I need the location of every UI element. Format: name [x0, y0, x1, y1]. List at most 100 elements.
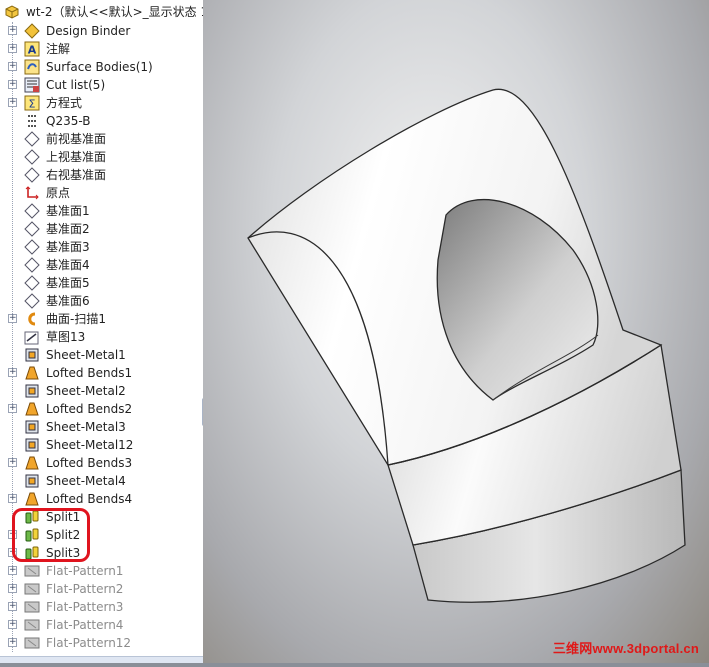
tree-item-label: Lofted Bends4 — [46, 492, 133, 506]
expand-toggle[interactable]: + — [8, 314, 17, 323]
watermark: 三维网www.3dportal.cn — [552, 641, 699, 656]
expand-toggle[interactable]: + — [8, 620, 17, 629]
tree-item-label: 草图13 — [46, 330, 86, 344]
expand-toggle[interactable]: + — [8, 602, 17, 611]
tree-item-label: Design Binder — [46, 24, 131, 38]
tree-item-label: Cut list(5) — [46, 78, 106, 92]
tree-item[interactable]: Q235-B — [0, 112, 203, 130]
tree-item-label: Flat-Pattern4 — [46, 618, 124, 632]
tree-item-label: 基准面2 — [46, 222, 90, 236]
split-features-highlight — [12, 508, 90, 562]
tree-item[interactable]: 基准面2 — [0, 220, 203, 238]
plane-icon — [24, 149, 40, 165]
material-icon — [24, 113, 40, 129]
expand-toggle[interactable]: + — [8, 26, 17, 35]
tree-item-label: Sheet-Metal2 — [46, 384, 126, 398]
flat-pattern-icon — [24, 581, 40, 597]
tree-item[interactable]: 前视基准面 — [0, 130, 203, 148]
tree-item-label: 原点 — [46, 186, 71, 200]
plane-icon — [24, 275, 40, 291]
tree-item[interactable]: Sheet-Metal3 — [0, 418, 203, 436]
tree-item[interactable]: + Flat-Pattern3 — [0, 598, 203, 616]
tree-item[interactable]: + Design Binder — [0, 22, 203, 40]
expand-toggle[interactable]: + — [8, 566, 17, 575]
tree-item[interactable]: + Flat-Pattern12 — [0, 634, 203, 652]
sketch-icon — [24, 329, 40, 345]
tree-item[interactable]: 基准面6 — [0, 292, 203, 310]
tree-item[interactable]: 右视基准面 — [0, 166, 203, 184]
tree-item[interactable]: + Lofted Bends3 — [0, 454, 203, 472]
origin-icon — [24, 185, 40, 201]
tree-item[interactable]: 基准面4 — [0, 256, 203, 274]
tree-item-label: wt-2（默认<<默认>_显示状态 1 — [26, 5, 204, 19]
tree-item[interactable]: + Flat-Pattern2 — [0, 580, 203, 598]
tree-item-label: Sheet-Metal12 — [46, 438, 134, 452]
design-binder-icon — [24, 23, 40, 39]
cut-list-icon — [24, 77, 40, 93]
plane-icon — [24, 239, 40, 255]
tree-item-label: Lofted Bends1 — [46, 366, 133, 380]
tree-root-part[interactable]: wt-2（默认<<默认>_显示状态 1 — [0, 3, 203, 21]
annotations-icon: A — [24, 41, 40, 57]
tree-item[interactable]: + Surface Bodies(1) — [0, 58, 203, 76]
tree-item-label: Sheet-Metal3 — [46, 420, 126, 434]
plane-icon — [24, 257, 40, 273]
lofted-bends-icon — [24, 401, 40, 417]
tree-item[interactable]: Sheet-Metal2 — [0, 382, 203, 400]
tree-item-label: 右视基准面 — [46, 168, 107, 182]
tree-item[interactable]: + Lofted Bends1 — [0, 364, 203, 382]
tree-item-label: 基准面5 — [46, 276, 90, 290]
flat-pattern-icon — [24, 635, 40, 651]
tree-item[interactable]: Sheet-Metal4 — [0, 472, 203, 490]
expand-toggle[interactable]: + — [8, 458, 17, 467]
tree-item[interactable]: + Cut list(5) — [0, 76, 203, 94]
plane-icon — [24, 131, 40, 147]
tree-item[interactable]: 基准面1 — [0, 202, 203, 220]
tree-item[interactable]: 原点 — [0, 184, 203, 202]
tree-item[interactable]: 草图13 — [0, 328, 203, 346]
tree-item-label: 前视基准面 — [46, 132, 107, 146]
expand-toggle[interactable]: + — [8, 368, 17, 377]
lofted-bends-icon — [24, 365, 40, 381]
tree-item[interactable]: 基准面3 — [0, 238, 203, 256]
sheet-metal-icon — [24, 383, 40, 399]
expand-toggle[interactable]: + — [8, 494, 17, 503]
expand-toggle[interactable]: + — [8, 98, 17, 107]
tree-item[interactable]: + Flat-Pattern1 — [0, 562, 203, 580]
sheet-metal-icon — [24, 473, 40, 489]
plane-icon — [24, 167, 40, 183]
flat-pattern-icon — [24, 617, 40, 633]
expand-toggle[interactable]: + — [8, 638, 17, 647]
tree-item[interactable]: 基准面5 — [0, 274, 203, 292]
expand-toggle[interactable]: + — [8, 404, 17, 413]
lofted-bends-icon — [24, 455, 40, 471]
tree-item[interactable]: Sheet-Metal1 — [0, 346, 203, 364]
expand-toggle[interactable]: + — [8, 80, 17, 89]
tree-item-label: 上视基准面 — [46, 150, 107, 164]
tree-item[interactable]: + Σ 方程式 — [0, 94, 203, 112]
part-model — [247, 88, 686, 603]
tree-item-label: Q235-B — [46, 114, 91, 128]
tree-item-label: 基准面4 — [46, 258, 90, 272]
tree-item[interactable]: 上视基准面 — [0, 148, 203, 166]
tree-item[interactable]: + Lofted Bends4 — [0, 490, 203, 508]
tree-item-label: 基准面3 — [46, 240, 90, 254]
tree-item[interactable]: + Flat-Pattern4 — [0, 616, 203, 634]
tree-item-label: 基准面1 — [46, 204, 90, 218]
feature-manager-tree: wt-2（默认<<默认>_显示状态 1 + Design Binder + A 注解 + Su… — [0, 0, 204, 663]
tree-item[interactable]: + A 注解 — [0, 40, 203, 58]
expand-toggle[interactable]: + — [8, 584, 17, 593]
tree-item-label: Surface Bodies(1) — [46, 60, 153, 74]
expand-toggle[interactable]: + — [8, 44, 17, 53]
graphics-viewport[interactable] — [203, 0, 709, 663]
tree-item[interactable]: + Lofted Bends2 — [0, 400, 203, 418]
tree-item-label: 方程式 — [46, 96, 83, 110]
expand-toggle[interactable]: + — [8, 62, 17, 71]
tree-item-label: Sheet-Metal1 — [46, 348, 126, 362]
tree-item-label: 基准面6 — [46, 294, 90, 308]
tree-item-label: Lofted Bends3 — [46, 456, 133, 470]
tree-item[interactable]: Sheet-Metal12 — [0, 436, 203, 454]
tree-item[interactable]: + 曲面-扫描1 — [0, 310, 203, 328]
sheet-metal-icon — [24, 419, 40, 435]
svg-text:A: A — [28, 44, 37, 57]
